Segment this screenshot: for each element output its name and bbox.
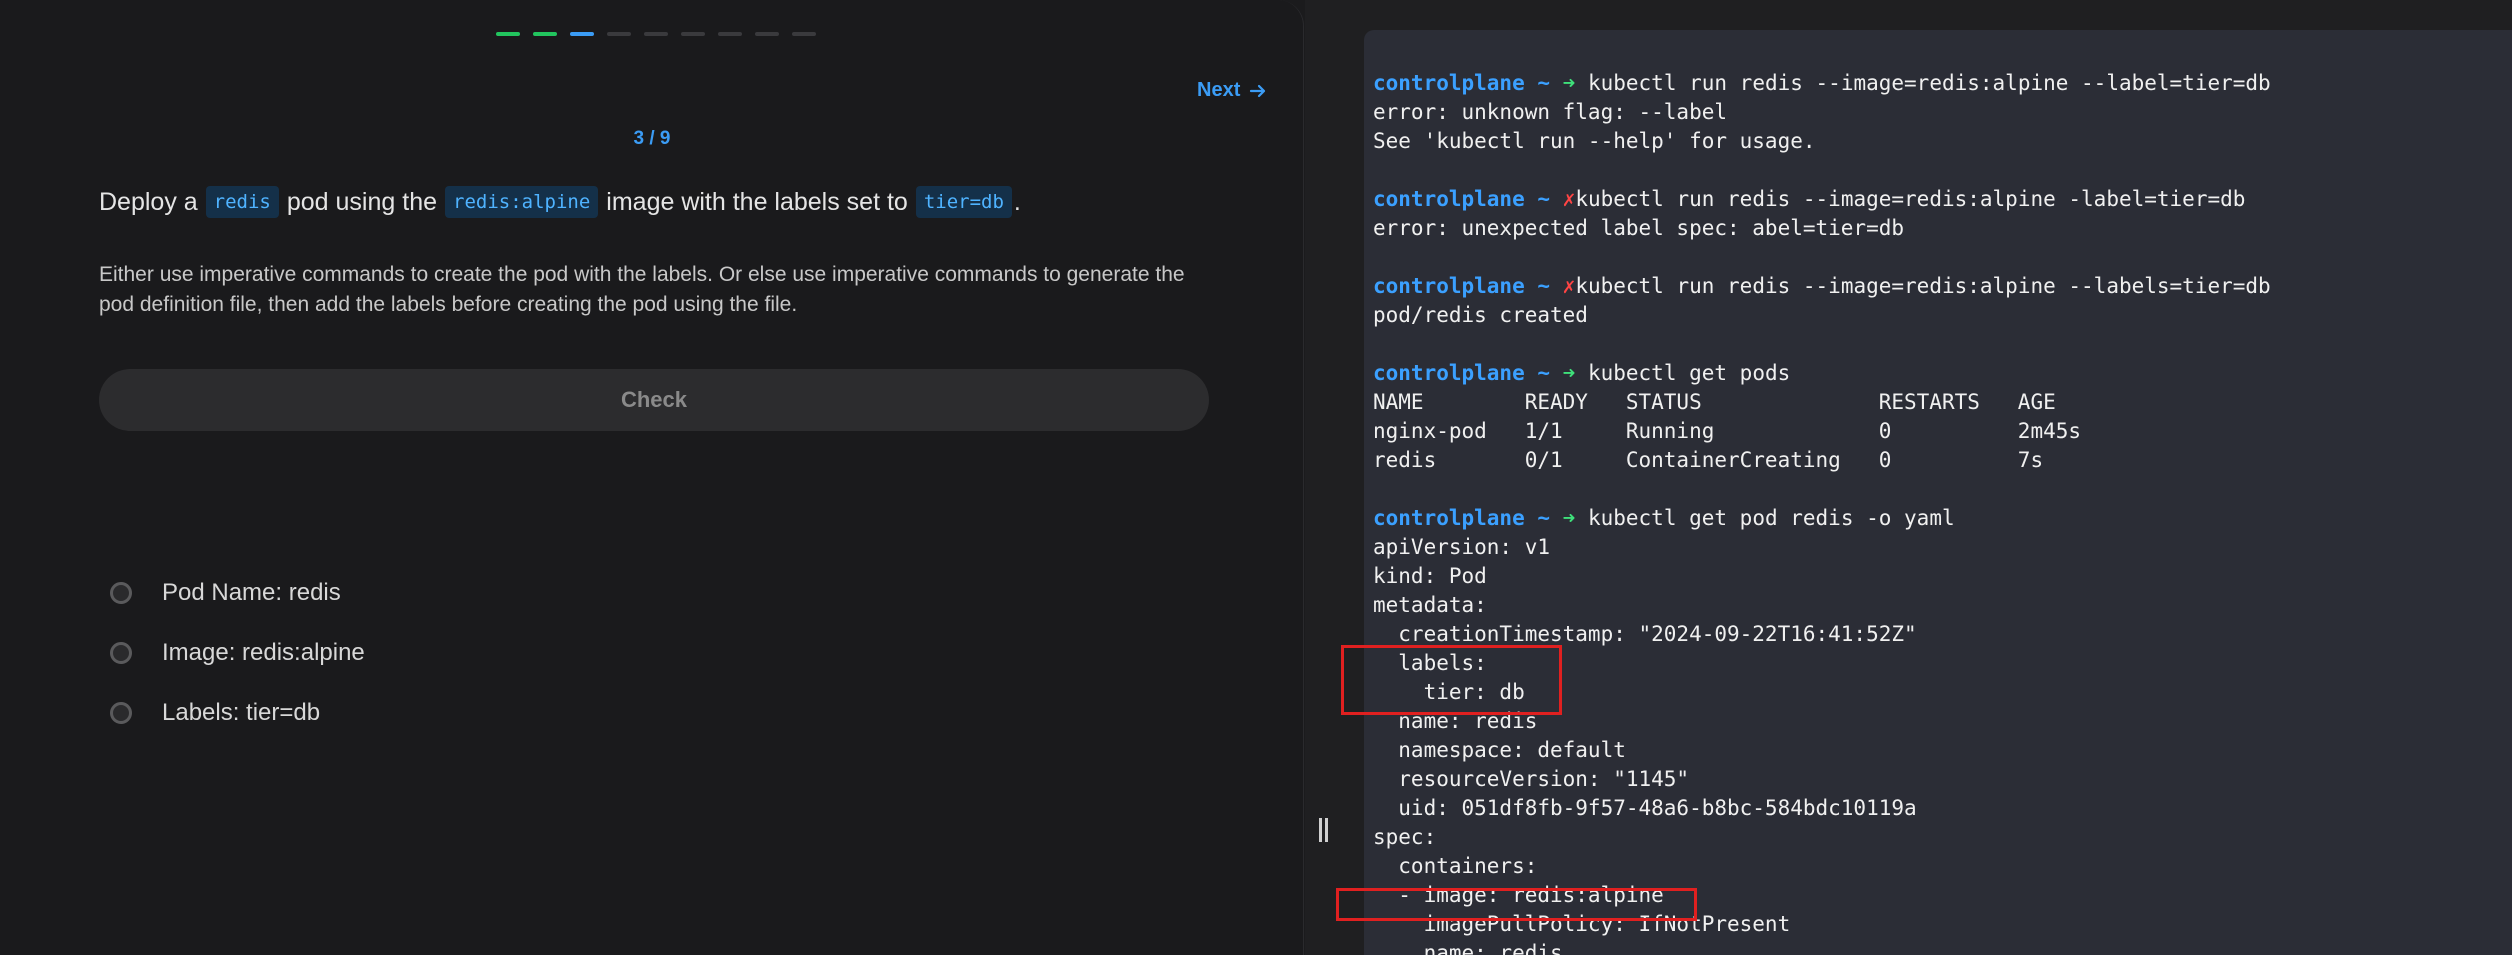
terminal-output-line: See 'kubectl run --help' for usage.	[1373, 129, 1816, 153]
terminal-output-line: metadata:	[1373, 593, 1487, 617]
terminal-output-line: resourceVersion: "1145"	[1373, 767, 1690, 791]
terminal-command-text: kubectl run redis --image=redis:alpine -…	[1575, 274, 2271, 298]
success-arrow-icon: ➜	[1562, 71, 1576, 95]
terminal-command-text: kubectl run redis --image=redis:alpine -…	[1575, 187, 2246, 211]
terminal-command-text: kubectl run redis --image=redis:alpine -…	[1575, 71, 2271, 95]
progress-step	[718, 32, 742, 36]
criterion-item: Labels: tier=db	[110, 683, 365, 743]
terminal-output-line: error: unexpected label spec: abel=tier=…	[1373, 216, 1905, 240]
terminal-prompt: controlplane ~	[1373, 274, 1563, 298]
terminal-output-line: NAME READY STATUS RESTARTS AGE	[1373, 390, 2056, 414]
terminal-output-line: uid: 051df8fb-9f57-48a6-b8bc-584bdc10119…	[1373, 796, 1917, 820]
terminal-output-line: kind: Pod	[1373, 564, 1487, 588]
terminal-output-line: namespace: default	[1373, 738, 1626, 762]
status-circle-icon	[110, 582, 132, 604]
inline-code: redis	[205, 186, 279, 218]
terminal-command-line: controlplane ~ ✗kubectl run redis --imag…	[1373, 185, 2512, 214]
question-text: Deploy a redis pod using the redis:alpine im…	[99, 186, 1021, 218]
question-counter: 3 / 9	[633, 128, 671, 149]
terminal-prompt: controlplane ~	[1373, 71, 1563, 95]
error-x-icon: ✗	[1562, 187, 1576, 211]
criterion-item: Pod Name: redis	[110, 563, 365, 623]
terminal-output-line: containers:	[1373, 854, 1538, 878]
terminal-command-line: controlplane ~ ✗kubectl run redis --imag…	[1373, 272, 2512, 301]
question-text-fragment: Deploy a	[99, 187, 198, 216]
error-x-icon: ✗	[1562, 274, 1576, 298]
resize-handle[interactable]	[1319, 818, 1328, 842]
criterion-label: Image: redis:alpine	[162, 639, 365, 666]
terminal-command-line: controlplane ~ ➜ kubectl get pod redis -…	[1373, 504, 2512, 533]
status-circle-icon	[110, 642, 132, 664]
question-text-fragment: pod using the	[286, 187, 437, 216]
progress-step	[607, 32, 631, 36]
progress-step	[755, 32, 779, 36]
progress-step	[644, 32, 668, 36]
check-button[interactable]: Check	[99, 369, 1209, 431]
terminal[interactable]: controlplane ~ ➜ kubectl run redis --ima…	[1364, 30, 2512, 955]
success-arrow-icon: ➜	[1562, 506, 1576, 530]
terminal-container: controlplane ~ ➜ kubectl run redis --ima…	[1336, 0, 2512, 955]
next-button[interactable]: Next	[1197, 79, 1268, 102]
terminal-command-text: kubectl get pods	[1575, 361, 1791, 385]
terminal-output-line: name: redis	[1373, 941, 1563, 955]
progress-step	[681, 32, 705, 36]
next-label: Next	[1197, 79, 1241, 101]
inline-code: redis:alpine	[445, 186, 599, 218]
terminal-output-line: - image: redis:alpine	[1373, 883, 1664, 907]
terminal-command-line: controlplane ~ ➜ kubectl run redis --ima…	[1373, 69, 2512, 98]
criterion-label: Pod Name: redis	[162, 579, 341, 606]
progress-step	[570, 32, 594, 36]
terminal-output-line: pod/redis created	[1373, 303, 1588, 327]
terminal-output-line: imagePullPolicy: IfNotPresent	[1373, 912, 1791, 936]
terminal-prompt: controlplane ~	[1373, 361, 1563, 385]
criterion-label: Labels: tier=db	[162, 699, 321, 726]
terminal-command-line: controlplane ~ ➜ kubectl get pods	[1373, 359, 2512, 388]
terminal-output-line: tier: db	[1373, 680, 1525, 704]
progress-step	[533, 32, 557, 36]
question-text-fragment: image with the labels set to	[606, 187, 908, 216]
progress-indicator	[496, 32, 816, 36]
terminal-output-line: labels:	[1373, 651, 1487, 675]
criteria-list: Pod Name: redis Image: redis:alpine Labels…	[110, 563, 365, 743]
terminal-command-text: kubectl get pod redis -o yaml	[1575, 506, 1955, 530]
arrow-right-icon	[1250, 84, 1266, 97]
progress-step	[792, 32, 816, 36]
inline-code: tier=db	[915, 186, 1012, 218]
terminal-output-line: redis 0/1 ContainerCreating 0 7s	[1373, 448, 2044, 472]
progress-step	[496, 32, 520, 36]
terminal-output-line: creationTimestamp: "2024-09-22T16:41:52Z…	[1373, 622, 1917, 646]
criterion-item: Image: redis:alpine	[110, 623, 365, 683]
terminal-output-line: nginx-pod 1/1 Running 0 2m45s	[1373, 419, 2082, 443]
terminal-output-line: apiVersion: v1	[1373, 535, 1551, 559]
panel-splitter	[1305, 0, 1342, 955]
lab-question-panel: Next 3 / 9 Deploy a redis pod using the red…	[0, 0, 1304, 955]
terminal-output-line: error: unknown flag: --label	[1373, 100, 1728, 124]
terminal-prompt: controlplane ~	[1373, 506, 1563, 530]
question-text-fragment: .	[1013, 187, 1021, 216]
terminal-prompt: controlplane ~	[1373, 187, 1563, 211]
success-arrow-icon: ➜	[1562, 361, 1576, 385]
question-description: Either use imperative commands to create…	[99, 263, 1185, 316]
status-circle-icon	[110, 702, 132, 724]
terminal-output-line: spec:	[1373, 825, 1437, 849]
terminal-output-line: name: redis	[1373, 709, 1538, 733]
